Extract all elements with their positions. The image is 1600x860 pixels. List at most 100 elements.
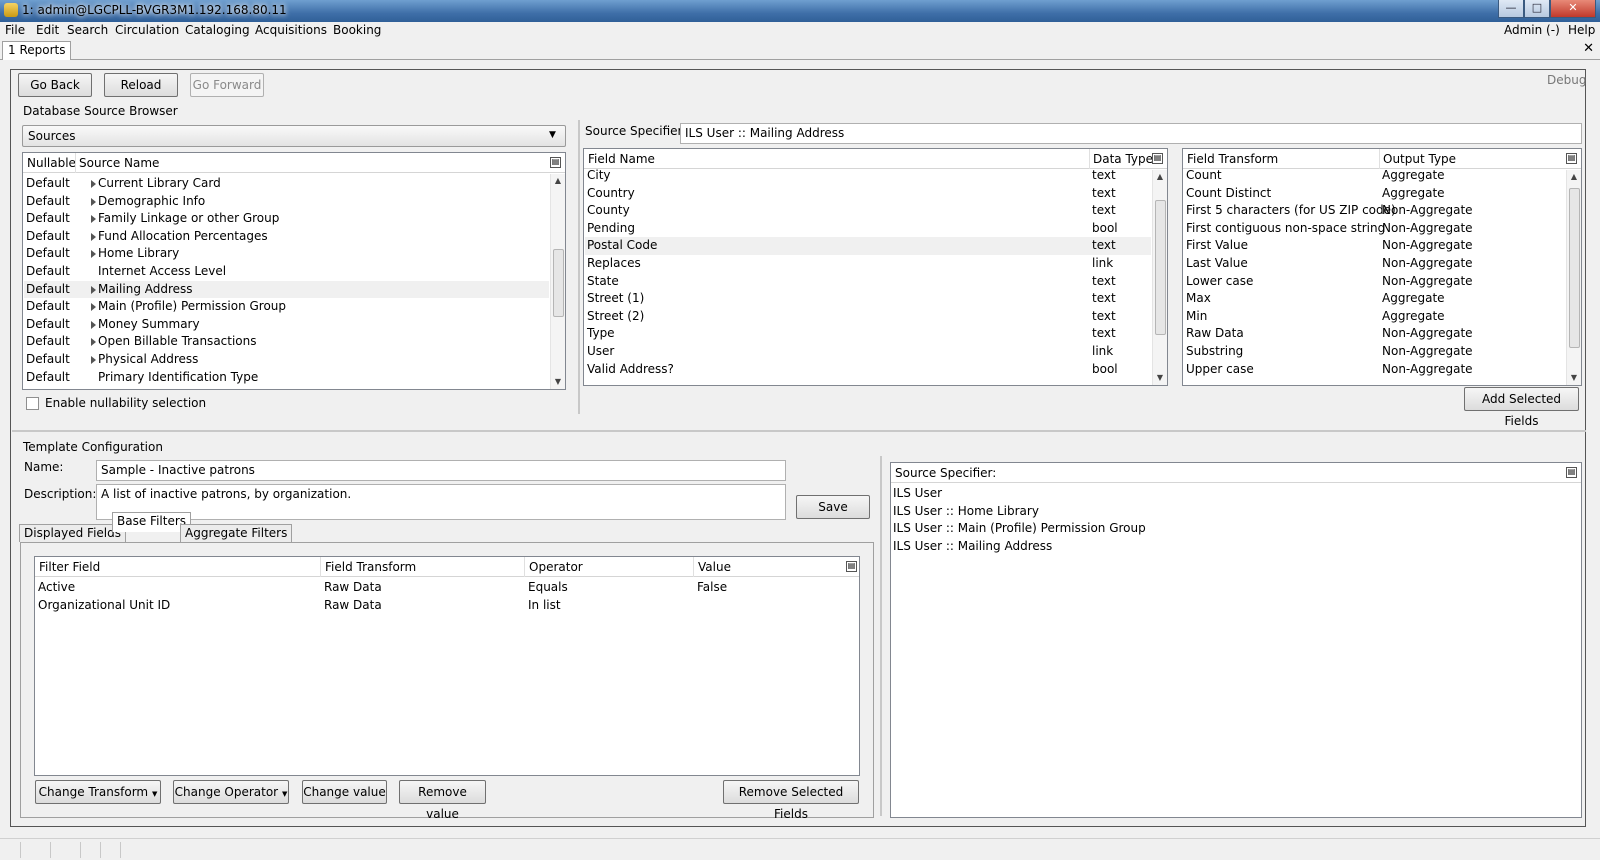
add-selected-fields-button[interactable]: Add Selected Fields: [1464, 387, 1579, 428]
col-nullable[interactable]: Nullable: [27, 156, 76, 170]
sources-dropdown[interactable]: Sources ▼: [22, 125, 566, 147]
field-row[interactable]: Pending bool: [585, 220, 1151, 238]
transform-row[interactable]: Count Distinct Aggregate: [1184, 185, 1565, 203]
source-tree-row[interactable]: Default Mailing Address: [24, 280, 549, 299]
col-filter-transform[interactable]: Field Transform: [325, 560, 416, 574]
filter-row[interactable]: Organizational Unit ID Raw Data In list: [36, 597, 858, 615]
transform-row[interactable]: Lower case Non-Aggregate: [1184, 273, 1565, 291]
go-forward-button[interactable]: Go Forward: [190, 73, 264, 97]
source-tree-row[interactable]: Default Fund Allocation Percentages: [24, 228, 549, 246]
scroll-down-icon[interactable]: ▼: [553, 377, 563, 387]
menu-admin[interactable]: Admin (-): [1504, 23, 1560, 37]
tab-reports[interactable]: 1 Reports: [2, 41, 72, 60]
transform-row[interactable]: Max Aggregate: [1184, 290, 1565, 308]
source-specifier-item[interactable]: ILS User :: Mailing Address: [892, 538, 1580, 556]
scroll-down-icon[interactable]: ▼: [1155, 373, 1165, 383]
expand-arrow-icon[interactable]: [91, 180, 96, 188]
menu-acquisitions[interactable]: Acquisitions: [255, 23, 327, 37]
change-transform-button[interactable]: Change Transform ▼: [35, 780, 161, 804]
nullability-checkbox[interactable]: [26, 397, 39, 410]
field-row[interactable]: Street (2) text: [585, 308, 1151, 326]
field-row[interactable]: Street (1) text: [585, 290, 1151, 308]
source-specifier-item[interactable]: ILS User :: Main (Profile) Permission Gr…: [892, 520, 1580, 538]
save-button[interactable]: Save: [796, 495, 870, 519]
expand-arrow-icon[interactable]: [91, 303, 96, 312]
col-data-type[interactable]: Data Type: [1093, 152, 1153, 166]
expand-arrow-icon[interactable]: [91, 197, 96, 206]
column-picker-icon[interactable]: ▤: [1566, 467, 1577, 478]
expand-arrow-icon[interactable]: [91, 215, 96, 224]
scroll-thumb[interactable]: [1155, 200, 1166, 335]
splitter-left[interactable]: [578, 120, 580, 414]
field-row[interactable]: Country text: [585, 185, 1151, 203]
tab-displayed-fields[interactable]: Displayed Fields: [19, 524, 126, 542]
col-output-type[interactable]: Output Type: [1383, 152, 1456, 166]
transform-row[interactable]: Last Value Non-Aggregate: [1184, 255, 1565, 273]
scroll-down-icon[interactable]: ▼: [1569, 373, 1579, 383]
source-tree-row[interactable]: Default Family Linkage or other Group: [24, 210, 549, 228]
minimize-icon[interactable]: —: [1498, 0, 1524, 18]
source-tree-row[interactable]: Default Money Summary: [24, 316, 549, 334]
field-row[interactable]: User link: [585, 343, 1151, 361]
expand-arrow-icon[interactable]: [91, 320, 96, 329]
column-picker-icon[interactable]: ▤: [1152, 153, 1163, 164]
column-picker-icon[interactable]: ▤: [550, 157, 561, 168]
transform-list-scrollbar[interactable]: ▲ ▼: [1566, 170, 1581, 385]
go-back-button[interactable]: Go Back: [18, 73, 92, 97]
col-filter-value[interactable]: Value: [698, 560, 731, 574]
col-field-transform[interactable]: Field Transform: [1187, 152, 1278, 166]
column-picker-icon[interactable]: ▤: [846, 561, 857, 572]
column-picker-icon[interactable]: ▤: [1566, 153, 1577, 164]
field-row[interactable]: State text: [585, 273, 1151, 291]
change-operator-button[interactable]: Change Operator ▼: [173, 780, 289, 804]
transform-row[interactable]: First Value Non-Aggregate: [1184, 237, 1565, 255]
close-tab-icon[interactable]: ✕: [1583, 41, 1594, 56]
field-row[interactable]: Replaces link: [585, 255, 1151, 273]
field-row[interactable]: Type text: [585, 325, 1151, 343]
maximize-icon[interactable]: □: [1524, 0, 1550, 18]
expand-arrow-icon[interactable]: [91, 338, 96, 347]
transform-row[interactable]: Min Aggregate: [1184, 308, 1565, 326]
scroll-up-icon[interactable]: ▲: [553, 176, 563, 186]
transform-row[interactable]: First 5 characters (for US ZIP code) Non-…: [1184, 202, 1565, 220]
splitter-middle[interactable]: [12, 430, 1586, 432]
scroll-up-icon[interactable]: ▲: [1569, 172, 1579, 182]
source-tree-row[interactable]: Default Current Library Card: [24, 175, 549, 193]
col-source-name[interactable]: Source Name: [79, 156, 159, 170]
source-tree-row[interactable]: Default Home Library: [24, 245, 549, 263]
template-name-field[interactable]: Sample - Inactive patrons: [96, 460, 786, 481]
col-field-name[interactable]: Field Name: [588, 152, 655, 166]
transform-row[interactable]: Substring Non-Aggregate: [1184, 343, 1565, 361]
transform-row[interactable]: Upper case Non-Aggregate: [1184, 361, 1565, 379]
source-specifier-item[interactable]: ILS User: [892, 485, 1580, 503]
scroll-up-icon[interactable]: ▲: [1155, 172, 1165, 182]
expand-arrow-icon[interactable]: [91, 285, 96, 294]
source-tree-row[interactable]: Default Internet Access Level: [24, 263, 549, 281]
menu-search[interactable]: Search: [67, 23, 108, 37]
field-list-scrollbar[interactable]: ▲ ▼: [1152, 170, 1167, 385]
expand-arrow-icon[interactable]: [91, 356, 96, 364]
change-value-button[interactable]: Change value: [302, 780, 387, 804]
source-tree-row[interactable]: Default Primary Identification Type: [24, 369, 549, 387]
menu-help[interactable]: Help: [1568, 23, 1595, 37]
source-specifier-field[interactable]: ILS User :: Mailing Address: [680, 123, 1582, 144]
splitter-lower[interactable]: [880, 456, 882, 816]
template-description-field[interactable]: A list of inactive patrons, by organizat…: [96, 484, 786, 520]
close-icon[interactable]: ✕: [1550, 0, 1596, 18]
col-source-specifier[interactable]: Source Specifier:: [895, 466, 996, 480]
field-row[interactable]: City text: [585, 167, 1151, 185]
scroll-thumb[interactable]: [553, 249, 564, 317]
source-tree-row[interactable]: Default Open Billable Transactions: [24, 333, 549, 351]
reload-button[interactable]: Reload: [104, 73, 178, 97]
menu-circulation[interactable]: Circulation: [115, 23, 179, 37]
transform-row[interactable]: Raw Data Non-Aggregate: [1184, 325, 1565, 343]
field-row[interactable]: County text: [585, 202, 1151, 220]
col-filter-operator[interactable]: Operator: [529, 560, 583, 574]
transform-row[interactable]: First contiguous non-space string Non-Agg…: [1184, 220, 1565, 238]
source-tree-row[interactable]: Default Main (Profile) Permission Group: [24, 298, 549, 316]
source-specifier-item[interactable]: ILS User :: Home Library: [892, 503, 1580, 521]
expand-arrow-icon[interactable]: [91, 250, 96, 259]
field-row[interactable]: Postal Code text: [585, 237, 1151, 255]
field-row[interactable]: Valid Address? bool: [585, 361, 1151, 379]
source-tree-scrollbar[interactable]: ▲ ▼: [550, 174, 565, 389]
